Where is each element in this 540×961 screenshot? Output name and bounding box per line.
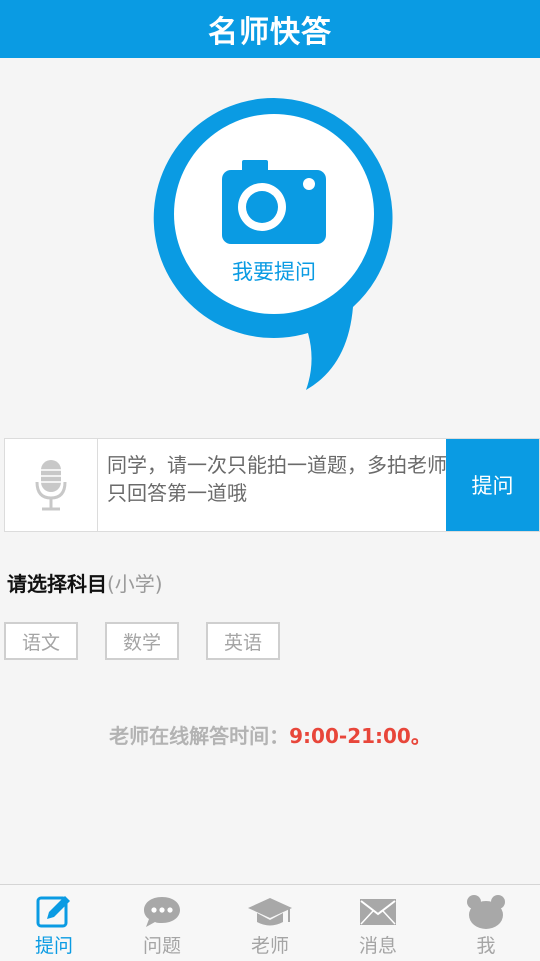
online-hours-label: 老师在线解答时间：: [109, 724, 290, 748]
tab-questions[interactable]: 问题: [108, 885, 216, 961]
subject-section-title: 请选择科目(小学): [7, 568, 163, 597]
tab-me-label: 我: [476, 935, 496, 957]
ask-question-button[interactable]: 我要提问: [148, 92, 400, 392]
chat-bubble-icon: [142, 893, 182, 931]
grade-label: (小学): [107, 572, 163, 596]
app-title-bar: 名师快答: [0, 0, 540, 58]
envelope-icon: [359, 893, 397, 931]
question-hint-text[interactable]: 同学，请一次只能拍一道题，多拍老师只回答第一道哦: [107, 451, 447, 507]
question-input-row: 同学，请一次只能拍一道题，多拍老师只回答第一道哦 提问: [4, 438, 540, 532]
camera-icon: [222, 160, 326, 244]
ask-label: 我要提问: [232, 260, 316, 284]
tab-ask[interactable]: 提问: [0, 885, 108, 961]
online-hours-time: 9:00-21:00。: [289, 724, 431, 748]
subject-chip-english[interactable]: 英语: [206, 622, 280, 660]
tab-me[interactable]: 我: [432, 885, 540, 961]
tab-messages[interactable]: 消息: [324, 885, 432, 961]
subject-chip-math[interactable]: 数学: [105, 622, 179, 660]
bottom-tab-bar: 提问 问题 老师 消息 我: [0, 884, 540, 961]
submit-question-button[interactable]: 提问: [446, 439, 539, 531]
graduation-cap-icon: [247, 893, 293, 931]
app-title: 名师快答: [208, 15, 332, 50]
tab-teachers[interactable]: 老师: [216, 885, 324, 961]
edit-icon: [36, 893, 72, 931]
bear-face-icon: [466, 893, 506, 931]
tab-ask-label: 提问: [34, 935, 73, 957]
online-hours-notice: 老师在线解答时间：9:00-21:00。: [0, 720, 540, 749]
tab-questions-label: 问题: [142, 935, 181, 957]
tab-teachers-label: 老师: [250, 935, 289, 957]
microphone-icon: [35, 460, 67, 511]
tab-messages-label: 消息: [358, 935, 397, 957]
subject-title-text: 请选择科目: [7, 572, 107, 596]
voice-input-button[interactable]: [5, 439, 98, 531]
subject-chip-chinese[interactable]: 语文: [4, 622, 78, 660]
